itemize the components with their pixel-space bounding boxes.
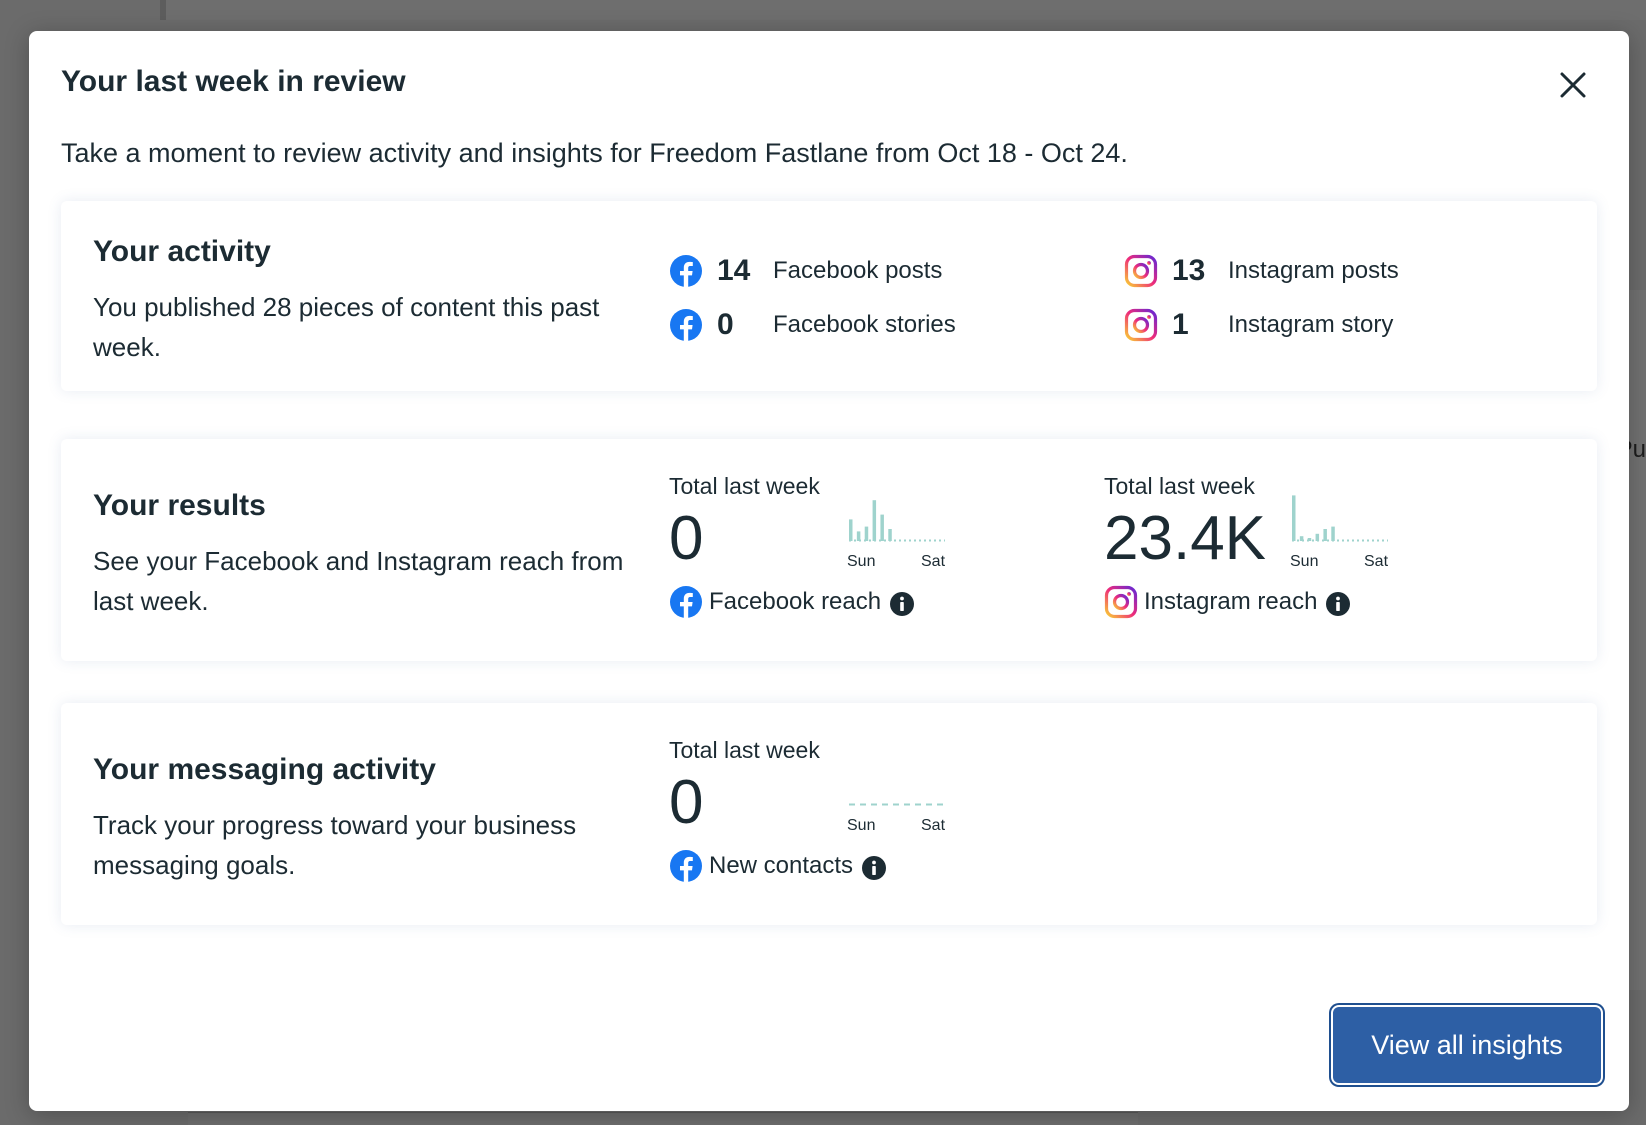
metric-source: Facebook reach	[669, 585, 915, 619]
instagram-reach-sparkline	[1292, 495, 1388, 542]
weekly-review-modal: Your last week in review Take a moment t…	[29, 31, 1629, 1111]
spark-axis-end: Sat	[921, 553, 946, 570]
stat-facebook-stories: 0 Facebook stories	[669, 307, 956, 343]
facebook-icon	[669, 254, 703, 288]
info-icon[interactable]	[1325, 591, 1351, 617]
metric-value: 0	[669, 768, 704, 837]
metric-source: New contacts	[669, 849, 887, 883]
instagram-icon	[1124, 308, 1158, 342]
spark-bar	[1307, 538, 1312, 541]
spark-bar	[1299, 536, 1304, 541]
modal-title: Your last week in review	[61, 65, 406, 98]
stat-label: Instagram story	[1228, 311, 1394, 338]
spark-bar	[880, 514, 884, 541]
metric-value: 0	[669, 504, 704, 573]
messaging-card: Your messaging activity Track your progr…	[61, 703, 1597, 925]
metric-source: Instagram reach	[1104, 585, 1351, 619]
new-contacts-metric: Total last week 0 Sun Sat New contacts	[669, 737, 969, 887]
spark-bar	[1315, 533, 1320, 541]
info-icon[interactable]	[889, 591, 915, 617]
facebook-reach-metric: Total last week 0 Sun Sat Facebook reach	[669, 473, 969, 623]
activity-heading: Your activity	[93, 235, 271, 268]
spark-bar	[864, 526, 869, 541]
activity-card: Your activity You published 28 pieces of…	[61, 201, 1597, 391]
stat-value: 14	[717, 254, 751, 287]
metric-source-label: Facebook reach	[709, 588, 882, 615]
new-contacts-sparkline	[849, 803, 945, 806]
facebook-icon	[669, 849, 703, 883]
view-all-insights-button[interactable]: View all insights	[1333, 1007, 1601, 1083]
results-card: Your results See your Facebook and Insta…	[61, 439, 1597, 661]
spark-bar	[849, 519, 853, 541]
stat-value: 13	[1172, 254, 1206, 287]
stat-instagram-story: 1 Instagram story	[1124, 307, 1393, 343]
stat-facebook-posts: 14 Facebook posts	[669, 253, 942, 289]
instagram-icon	[1104, 585, 1138, 619]
spark-bar	[1292, 495, 1296, 541]
stat-instagram-posts: 13 Instagram posts	[1124, 253, 1399, 289]
spark-bar	[872, 500, 877, 541]
stat-value: 0	[717, 308, 734, 341]
facebook-reach-sparkline	[849, 500, 945, 542]
results-description: See your Facebook and Instagram reach fr…	[93, 546, 624, 616]
modal-subtitle: Take a moment to review activity and ins…	[61, 138, 1128, 168]
spark-axis-start: Sun	[847, 817, 876, 834]
stat-label: Facebook posts	[773, 257, 943, 284]
spark-axis-start: Sun	[1290, 553, 1319, 570]
spark-bar	[856, 531, 861, 541]
facebook-icon	[669, 585, 703, 619]
instagram-reach-metric: Total last week 23.4K Sun Sat Instagram …	[1104, 473, 1424, 623]
activity-description: You published 28 pieces of content this …	[93, 292, 600, 362]
metric-source-label: New contacts	[709, 852, 854, 879]
stat-label: Facebook stories	[773, 311, 956, 338]
metric-value: 23.4K	[1104, 504, 1267, 573]
close-button[interactable]	[1555, 67, 1591, 103]
metric-label: Total last week	[669, 737, 820, 763]
spark-axis-end: Sat	[1364, 553, 1389, 570]
metric-label: Total last week	[669, 473, 820, 499]
spark-bar	[888, 529, 892, 541]
stat-label: Instagram posts	[1228, 257, 1399, 284]
instagram-icon	[1124, 254, 1158, 288]
close-icon	[1560, 72, 1586, 98]
spark-axis-start: Sun	[847, 553, 876, 570]
metric-label: Total last week	[1104, 473, 1255, 499]
background-page-footer	[188, 1112, 1138, 1125]
metric-source-label: Instagram reach	[1144, 588, 1318, 615]
messaging-description: Track your progress toward your business…	[93, 810, 577, 880]
background-page-header	[160, 0, 1646, 20]
results-heading: Your results	[93, 489, 266, 522]
info-icon[interactable]	[861, 855, 887, 881]
facebook-icon	[669, 308, 703, 342]
spark-axis-end: Sat	[921, 817, 946, 834]
messaging-heading: Your messaging activity	[93, 753, 436, 786]
stat-value: 1	[1172, 308, 1189, 341]
spark-bar	[1331, 526, 1335, 541]
spark-bar	[1323, 529, 1327, 541]
